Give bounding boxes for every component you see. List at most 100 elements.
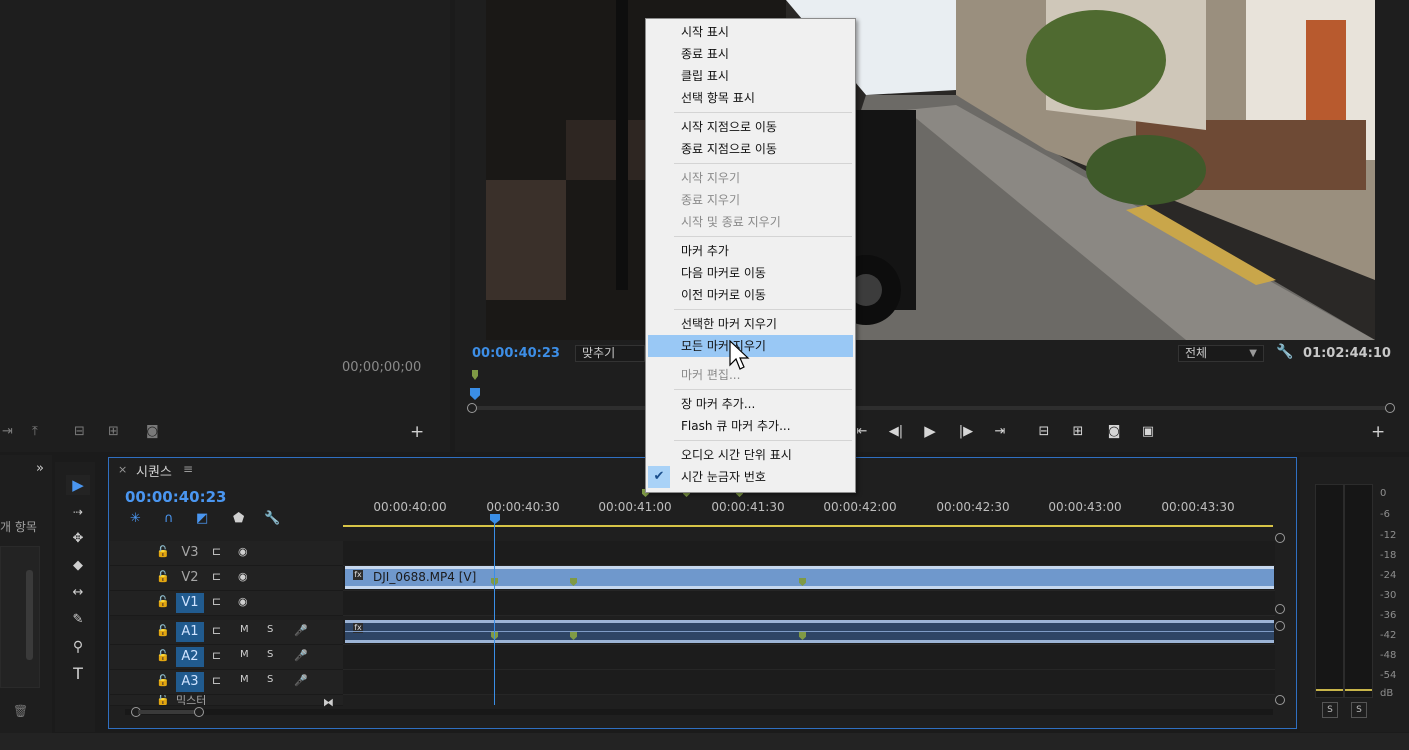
sync-lock-icon[interactable]: ⊏ xyxy=(212,674,221,687)
work-area-bar[interactable] xyxy=(343,525,1273,527)
resolution-select[interactable]: 전체 ▼ xyxy=(1178,345,1264,362)
menu-item-clear-selected-marker[interactable]: 선택한 마커 지우기 xyxy=(648,313,853,335)
program-timecode[interactable]: 00:00:40:23 xyxy=(472,346,560,361)
audio-scrub-icon[interactable]: ⧓ xyxy=(323,696,334,709)
solo-right-button[interactable]: S xyxy=(1351,702,1367,718)
lock-icon[interactable]: 🔓 xyxy=(156,649,170,662)
eye-icon[interactable]: ◉ xyxy=(238,570,248,583)
menu-item-clear-in-out[interactable]: 시작 및 종료 지우기 xyxy=(648,211,853,233)
comparison-view-icon[interactable]: ▣ xyxy=(1138,424,1158,439)
menu-item-mark-in[interactable]: 시작 표시 xyxy=(648,21,853,43)
menu-item-edit-marker[interactable]: 마커 편집... xyxy=(648,364,853,386)
solo-button[interactable]: S xyxy=(267,624,273,635)
track-header-a3[interactable]: 🔓 A3 ⊏ M S 🎤 xyxy=(110,670,343,695)
lock-icon[interactable]: 🔓 xyxy=(156,545,170,558)
microphone-icon[interactable]: 🎤 xyxy=(294,624,308,637)
timeline-playhead-line[interactable] xyxy=(494,520,495,705)
fit-select[interactable]: 맞추기 xyxy=(575,345,645,362)
lock-icon[interactable]: 🔓 xyxy=(156,674,170,687)
track-area-v3[interactable] xyxy=(343,541,1275,566)
lock-icon[interactable]: 🔓 xyxy=(156,595,170,608)
project-scrollbar[interactable] xyxy=(26,570,33,660)
razor-tool-icon[interactable]: ◆ xyxy=(66,556,90,576)
mute-button[interactable]: M xyxy=(240,674,249,685)
solo-left-button[interactable]: S xyxy=(1322,702,1338,718)
eye-icon[interactable]: ◉ xyxy=(238,595,248,608)
sync-lock-icon[interactable]: ⊏ xyxy=(212,595,221,608)
track-name[interactable]: A1 xyxy=(176,622,204,642)
solo-button[interactable]: S xyxy=(267,674,273,685)
snap-icon[interactable]: ∩ xyxy=(164,511,174,526)
pen-tool-icon[interactable]: ✎ xyxy=(66,610,90,630)
menu-item-go-to-in[interactable]: 시작 지점으로 이동 xyxy=(648,116,853,138)
track-name[interactable]: A3 xyxy=(176,672,204,692)
lock-icon[interactable]: 🔓 xyxy=(156,695,170,705)
track-select-tool-icon[interactable]: ⇢ xyxy=(66,502,90,522)
menu-item-add-flash-cue-marker[interactable]: Flash 큐 마커 추가... xyxy=(648,415,853,437)
trash-icon[interactable]: 🗑 xyxy=(13,704,28,718)
microphone-icon[interactable]: 🎤 xyxy=(294,649,308,662)
menu-item-mark-clip[interactable]: 클립 표시 xyxy=(648,65,853,87)
track-name[interactable]: V1 xyxy=(176,593,204,613)
mark-out-icon[interactable]: ⇥ xyxy=(2,424,13,439)
menu-item-next-marker[interactable]: 다음 마커로 이동 xyxy=(648,262,853,284)
slip-tool-icon[interactable]: ↔ xyxy=(66,583,90,603)
video-clip[interactable]: fx DJI_0688.MP4 [V] xyxy=(345,566,1274,589)
timeline-settings-wrench-icon[interactable]: 🔧 xyxy=(264,511,280,526)
program-add-button[interactable]: + xyxy=(1371,422,1385,442)
track-header-v1[interactable]: 🔓 V1 ⊏ ◉ xyxy=(110,591,343,616)
track-name[interactable]: A2 xyxy=(176,647,204,667)
camera-icon[interactable]: ◙ xyxy=(146,424,159,439)
extract-icon[interactable]: ⊞ xyxy=(1068,424,1088,439)
tab-menu-icon[interactable]: ≡ xyxy=(183,462,193,476)
lift-icon[interactable]: ⊟ xyxy=(74,424,85,439)
menu-item-time-ruler-numbers[interactable]: 시간 눈금자 번호 xyxy=(648,466,853,488)
nest-icon[interactable]: ✳ xyxy=(130,511,141,526)
track-area-a2[interactable] xyxy=(343,645,1275,670)
audio-scroll-top-handle[interactable] xyxy=(1275,621,1285,631)
add-marker-icon[interactable]: ⬟ xyxy=(233,511,244,526)
menu-item-clear-out[interactable]: 종료 지우기 xyxy=(648,189,853,211)
mute-button[interactable]: M xyxy=(240,649,249,660)
project-list[interactable] xyxy=(0,546,40,688)
scrub-start-handle[interactable] xyxy=(467,403,477,413)
menu-item-previous-marker[interactable]: 이전 마커로 이동 xyxy=(648,284,853,306)
track-name[interactable]: V2 xyxy=(176,568,204,588)
zoom-tool-icon[interactable]: ⚲ xyxy=(66,637,90,657)
eye-icon[interactable]: ◉ xyxy=(238,545,248,558)
zoom-scroll-thumb[interactable] xyxy=(138,710,196,714)
sync-lock-icon[interactable]: ⊏ xyxy=(212,545,221,558)
audio-scroll-bottom-handle[interactable] xyxy=(1275,695,1285,705)
close-icon[interactable]: × xyxy=(118,463,127,476)
track-header-a2[interactable]: 🔓 A2 ⊏ M S 🎤 xyxy=(110,645,343,670)
program-scrub-bar[interactable] xyxy=(470,406,1392,410)
menu-item-show-audio-time-units[interactable]: 오디오 시간 단위 표시 xyxy=(648,444,853,466)
menu-item-mark-selection[interactable]: 선택 항목 표시 xyxy=(648,87,853,109)
panel-overflow-icon[interactable]: » xyxy=(36,461,44,476)
wrench-icon[interactable]: 🔧 xyxy=(1276,344,1293,360)
track-header-v3[interactable]: 🔓 V3 ⊏ ◉ xyxy=(110,541,343,566)
track-header-v2[interactable]: 🔓 V2 ⊏ ◉ xyxy=(110,566,343,591)
lock-icon[interactable]: 🔓 xyxy=(156,624,170,637)
lift-icon[interactable]: ⊟ xyxy=(1034,424,1054,439)
solo-button[interactable]: S xyxy=(267,649,273,660)
scrub-end-handle[interactable] xyxy=(1385,403,1395,413)
video-scroll-top-handle[interactable] xyxy=(1275,533,1285,543)
menu-item-clear-in[interactable]: 시작 지우기 xyxy=(648,167,853,189)
menu-item-add-marker[interactable]: 마커 추가 xyxy=(648,240,853,262)
tab-sequence[interactable]: 시퀀스 xyxy=(136,461,172,480)
export-frame-icon[interactable]: ◙ xyxy=(1104,424,1124,439)
step-back-icon[interactable]: ◀| xyxy=(886,424,906,439)
video-scroll-bottom-handle[interactable] xyxy=(1275,604,1285,614)
type-tool-icon[interactable]: T xyxy=(66,664,90,684)
track-header-a1[interactable]: 🔓 A1 ⊏ M S 🎤 xyxy=(110,620,343,645)
go-to-out-icon[interactable]: ⇥ xyxy=(990,424,1010,439)
lock-icon[interactable]: 🔓 xyxy=(156,570,170,583)
sync-lock-icon[interactable]: ⊏ xyxy=(212,649,221,662)
insert-icon[interactable]: ⤒ xyxy=(32,424,38,439)
extract-icon[interactable]: ⊞ xyxy=(108,424,119,439)
menu-item-mark-out[interactable]: 종료 표시 xyxy=(648,43,853,65)
sync-lock-icon[interactable]: ⊏ xyxy=(212,624,221,637)
timeline-timecode[interactable]: 00:00:40:23 xyxy=(125,488,227,506)
microphone-icon[interactable]: 🎤 xyxy=(294,674,308,687)
